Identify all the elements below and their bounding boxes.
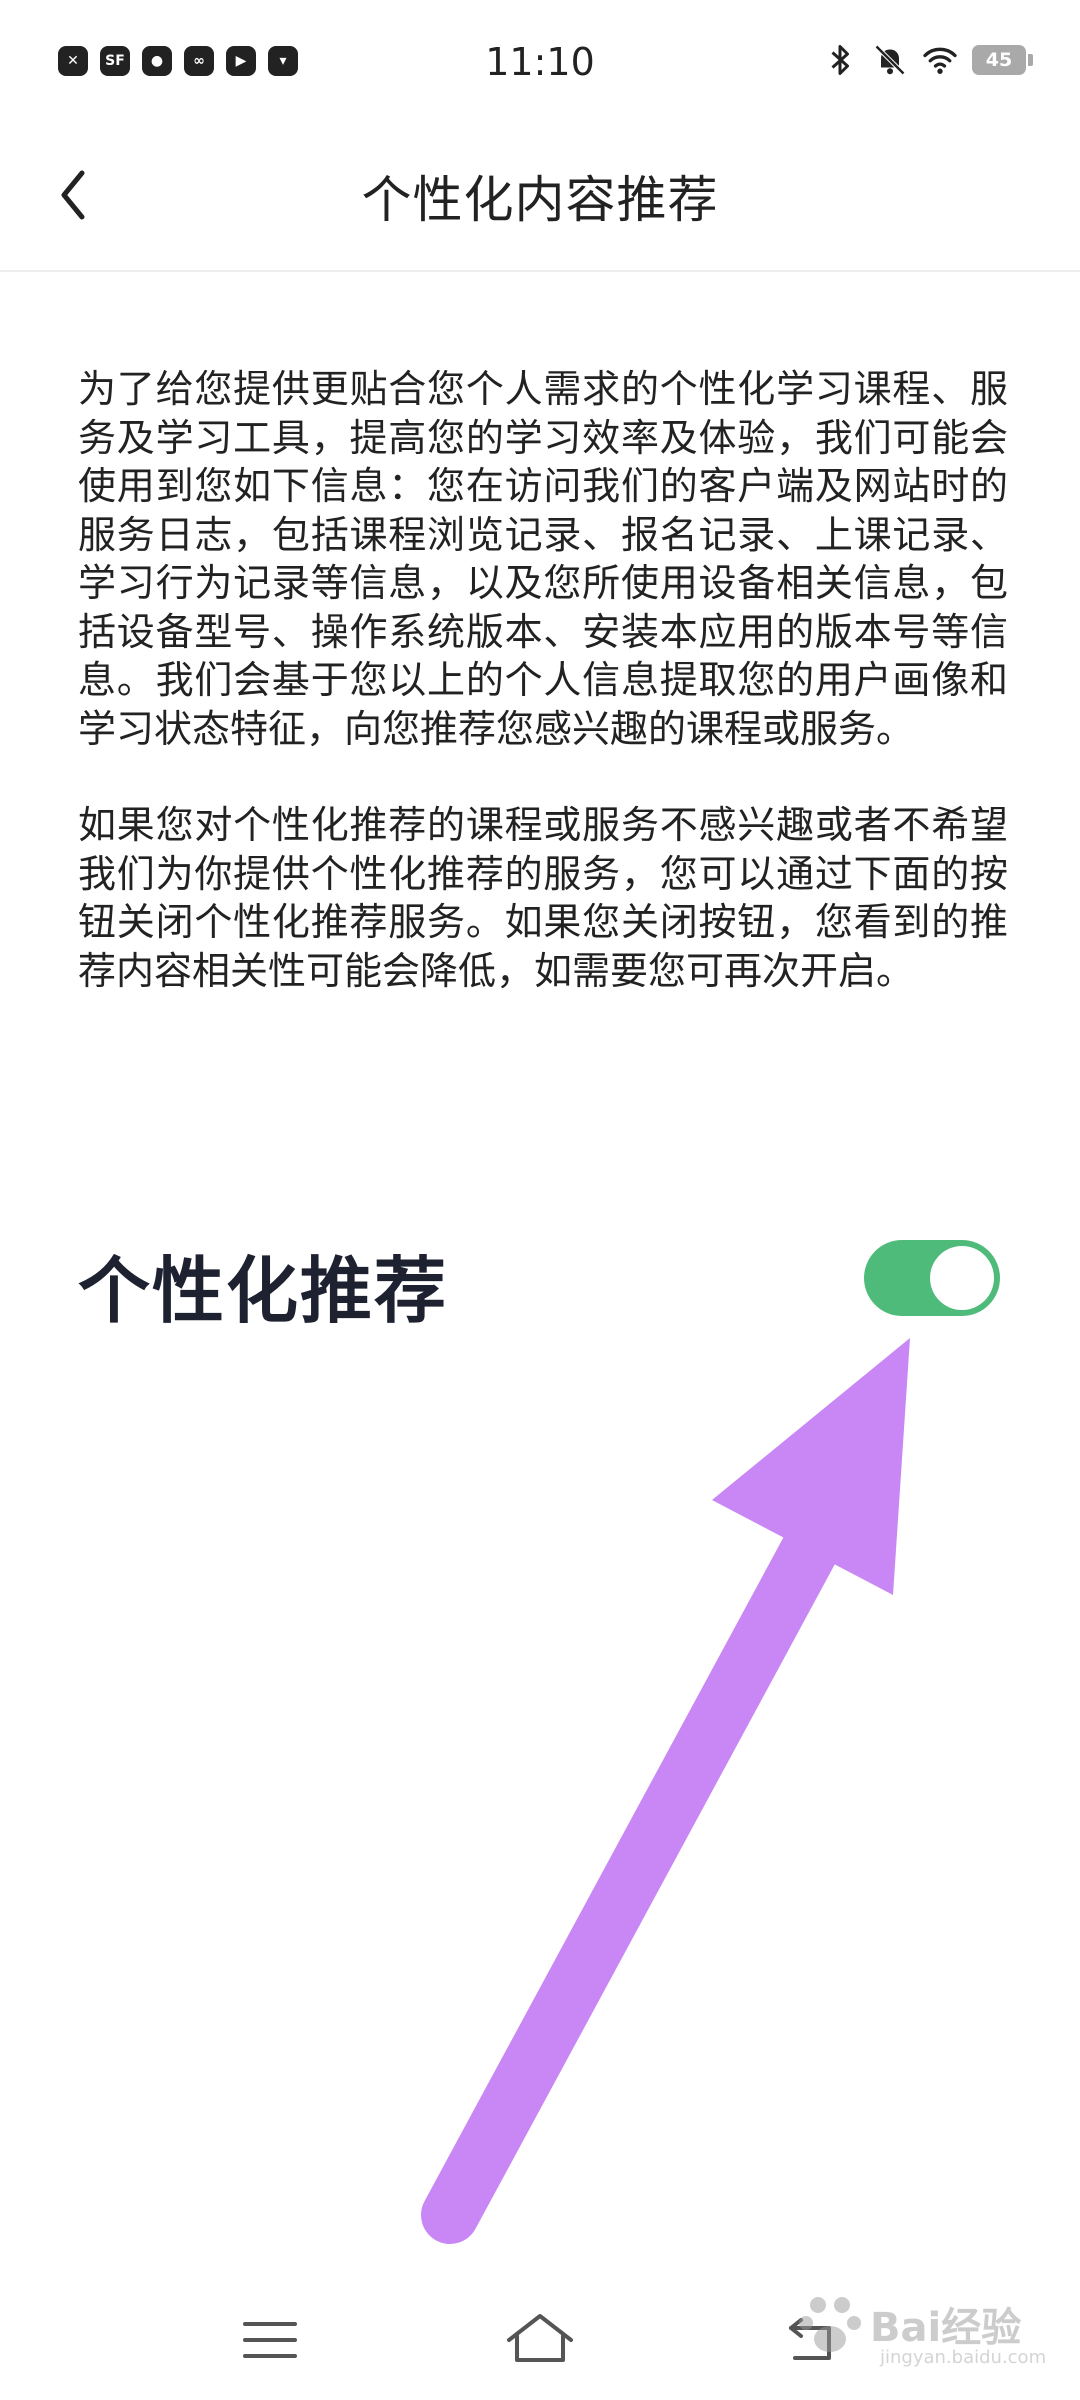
paw-logo-icon: [799, 2297, 861, 2352]
status-bar: ✕ SF ● ∞ ▶ ▾ 11:10 45: [0, 0, 1080, 125]
description-content: 为了给您提供更贴合您个人需求的个性化学习课程、服务及学习工具，提高您的学习效率及…: [78, 365, 1008, 995]
home-icon: [507, 2314, 573, 2362]
app-header: 个性化内容推荐: [0, 125, 1080, 272]
menu-button[interactable]: [225, 2300, 315, 2380]
setting-label: 个性化推荐: [78, 1249, 449, 1333]
bell-muted-icon: [874, 44, 906, 76]
battery-icon: 45: [972, 45, 1033, 75]
home-button[interactable]: [495, 2300, 585, 2380]
description-paragraph-2: 如果您对个性化推荐的课程或服务不感兴趣或者不希望我们为你提供个性化推荐的服务，您…: [78, 803, 1008, 993]
annotation-arrow: [421, 1338, 910, 2244]
personalized-recommend-setting: 个性化推荐: [78, 1220, 1000, 1333]
menu-icon: [243, 2322, 297, 2358]
description-paragraph-1: 为了给您提供更贴合您个人需求的个性化学习课程、服务及学习工具，提高您的学习效率及…: [78, 367, 1008, 751]
page-title: 个性化内容推荐: [361, 171, 719, 229]
bluetooth-icon: [831, 45, 849, 75]
wifi-icon: [923, 47, 957, 74]
system-icons: 45: [822, 42, 1033, 78]
watermark-text: Bai经验: [870, 2305, 1022, 2351]
watermark-subtext: jingyan.baidu.com: [880, 2347, 1047, 2368]
toggle-knob: [930, 1246, 994, 1310]
personalized-recommend-toggle[interactable]: [864, 1240, 1000, 1316]
baidu-watermark: Bai经验 jingyan.baidu.com: [790, 2275, 1060, 2385]
